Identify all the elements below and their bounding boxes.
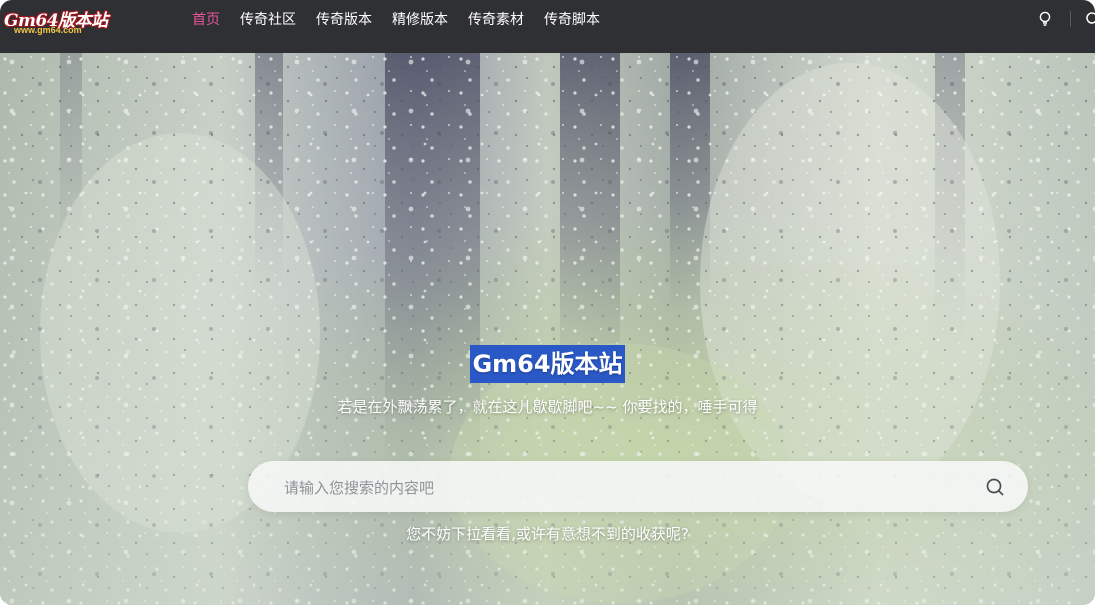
search-input[interactable]: [282, 461, 966, 514]
nav-divider: [1070, 11, 1071, 27]
nav-item-versions[interactable]: 传奇版本: [316, 9, 372, 29]
nav-item-community[interactable]: 传奇社区: [240, 9, 296, 29]
nav-item-home[interactable]: 首页: [192, 9, 220, 29]
top-navbar: Gm64版本站 www.gm64.com 首页 传奇社区 传奇版本 精修版本 传…: [0, 0, 1095, 53]
search-icon[interactable]: [984, 476, 1006, 498]
nav-item-materials[interactable]: 传奇素材: [468, 9, 524, 29]
site-title: Gm64版本站: [0, 345, 1095, 383]
main-nav: 首页 传奇社区 传奇版本 精修版本 传奇素材 传奇脚本: [192, 0, 600, 38]
site-title-text: Gm64版本站: [470, 345, 625, 383]
hero-banner: Gm64版本站 若是在外飘荡累了，就在这儿歇歇脚吧~~ 你要找的，唾手可得 您不…: [0, 53, 1095, 605]
scroll-hint: 您不妨下拉看看,或许有意想不到的收获呢?: [406, 525, 689, 543]
site-tagline: 若是在外飘荡累了，就在这儿歇歇脚吧~~ 你要找的，唾手可得: [337, 398, 758, 416]
logo-url: www.gm64.com: [14, 25, 82, 35]
nav-item-scripts[interactable]: 传奇脚本: [544, 9, 600, 29]
browser-viewport: Gm64版本站 www.gm64.com 首页 传奇社区 传奇版本 精修版本 传…: [0, 0, 1095, 605]
site-logo[interactable]: Gm64版本站 www.gm64.com: [4, 6, 108, 38]
nav-item-refined-versions[interactable]: 精修版本: [392, 9, 448, 29]
search-box: [248, 461, 1028, 514]
bulb-icon[interactable]: [1038, 11, 1052, 27]
search-icon[interactable]: [1085, 11, 1095, 27]
